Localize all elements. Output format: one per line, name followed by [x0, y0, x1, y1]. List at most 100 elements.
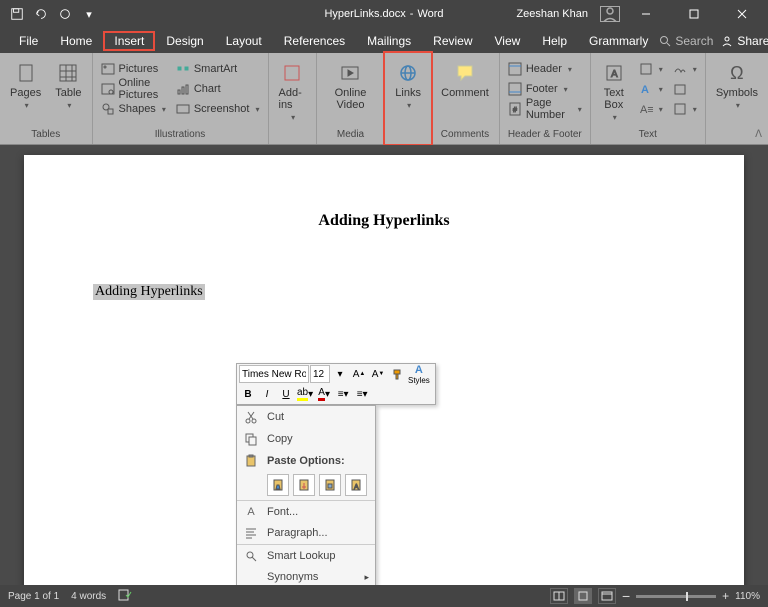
- ribbon-group-text: AText Box▾ ▾ A▾ A≡▾ ▾ ▾ Text: [591, 53, 706, 144]
- italic-button[interactable]: I: [258, 385, 276, 403]
- ctx-font[interactable]: AFont...: [237, 500, 375, 522]
- print-layout-icon[interactable]: [574, 588, 592, 604]
- styles-icon[interactable]: AStyles: [407, 365, 431, 383]
- font-color-button[interactable]: A▾: [315, 385, 333, 403]
- underline-button[interactable]: U: [277, 385, 295, 403]
- search-placeholder: Search: [675, 34, 713, 48]
- font-select[interactable]: [239, 365, 309, 383]
- share-icon: [721, 35, 733, 47]
- save-icon[interactable]: [6, 3, 28, 25]
- fontsize-caret[interactable]: ▾: [331, 365, 349, 383]
- comment-button[interactable]: Comment: [437, 59, 493, 101]
- tab-home[interactable]: Home: [49, 31, 103, 51]
- page-number-button[interactable]: #Page Number▾: [506, 99, 584, 119]
- word-app: ▾ HyperLinks.docx - Word Zeeshan Khan Fi…: [0, 0, 768, 607]
- ctx-synonyms[interactable]: Synonyms▸: [237, 566, 375, 585]
- paste-option-picture[interactable]: [319, 474, 341, 496]
- tab-grammarly[interactable]: Grammarly: [578, 31, 659, 51]
- numbering-button[interactable]: ≡▾: [353, 385, 371, 403]
- tab-review[interactable]: Review: [422, 31, 483, 51]
- search-input[interactable]: Search: [659, 34, 713, 48]
- read-mode-icon[interactable]: [550, 588, 568, 604]
- zoom-slider[interactable]: [636, 595, 716, 598]
- maximize-button[interactable]: [672, 0, 716, 28]
- fontsize-select[interactable]: [310, 365, 330, 383]
- paste-option-keep-source[interactable]: [267, 474, 289, 496]
- tab-insert[interactable]: Insert: [103, 31, 155, 51]
- decrease-font-icon[interactable]: A▼: [369, 365, 387, 383]
- addins-button[interactable]: Add-ins▾: [275, 59, 310, 124]
- web-layout-icon[interactable]: [598, 588, 616, 604]
- selected-text[interactable]: Adding Hyperlinks: [93, 284, 205, 300]
- close-button[interactable]: [720, 0, 764, 28]
- font-icon: A: [243, 504, 259, 520]
- redo-icon[interactable]: [54, 3, 76, 25]
- page-indicator[interactable]: Page 1 of 1: [8, 591, 59, 602]
- links-button[interactable]: Links▾: [391, 59, 425, 112]
- window-title: HyperLinks.docx - Word: [324, 8, 443, 20]
- paste-option-text[interactable]: A: [345, 474, 367, 496]
- signature-button[interactable]: ▾: [671, 59, 699, 79]
- user-avatar-icon[interactable]: [600, 6, 620, 22]
- header-button[interactable]: Header▾: [506, 59, 584, 79]
- zoom-out-button[interactable]: −: [622, 588, 630, 604]
- tab-references[interactable]: References: [273, 31, 356, 51]
- ribbon-group-addins: Add-ins▾ Add-ins: [269, 53, 317, 144]
- tab-file[interactable]: File: [8, 31, 49, 51]
- bold-button[interactable]: B: [239, 385, 257, 403]
- undo-icon[interactable]: [30, 3, 52, 25]
- ctx-copy[interactable]: Copy: [237, 428, 375, 450]
- increase-font-icon[interactable]: A▲: [350, 365, 368, 383]
- tab-layout[interactable]: Layout: [215, 31, 273, 51]
- ctx-cut[interactable]: Cut: [237, 406, 375, 428]
- share-button[interactable]: Share: [721, 34, 768, 48]
- symbols-button[interactable]: ΩSymbols▾: [712, 59, 762, 112]
- svg-text:#: #: [513, 107, 517, 114]
- ribbon-group-tables: Pages▾ Table▾ Tables: [0, 53, 93, 144]
- dropcap-button[interactable]: A≡▾: [637, 99, 665, 119]
- tab-help[interactable]: Help: [531, 31, 578, 51]
- pages-button[interactable]: Pages▾: [6, 59, 45, 112]
- datetime-button[interactable]: [671, 79, 699, 99]
- format-painter-icon[interactable]: [388, 365, 406, 383]
- collapse-ribbon-icon[interactable]: ᐱ: [755, 129, 762, 140]
- paste-option-merge[interactable]: [293, 474, 315, 496]
- minimize-button[interactable]: [624, 0, 668, 28]
- ribbon: Pages▾ Table▾ Tables Pictures Online Pic…: [0, 53, 768, 145]
- zoom-in-button[interactable]: +: [722, 589, 729, 603]
- wordart-button[interactable]: A▾: [637, 79, 665, 99]
- user-name: Zeeshan Khan: [508, 8, 596, 20]
- tab-view[interactable]: View: [484, 31, 532, 51]
- menubar: File Home Insert Design Layout Reference…: [0, 28, 768, 53]
- svg-text:A: A: [641, 84, 649, 96]
- ribbon-group-comments: Comment Comments: [431, 53, 500, 144]
- spell-check-icon[interactable]: [118, 589, 132, 604]
- textbox-button[interactable]: AText Box▾: [597, 59, 631, 124]
- ctx-paragraph[interactable]: Paragraph...: [237, 522, 375, 544]
- document-heading: Adding Hyperlinks: [318, 212, 449, 230]
- online-video-button[interactable]: Online Video: [323, 59, 378, 113]
- context-menu: Cut Copy Paste Options: A AFont... Parag…: [236, 405, 376, 585]
- ribbon-group-illustrations: Pictures Online Pictures Shapes▾ SmartAr…: [93, 53, 269, 144]
- smartart-button[interactable]: SmartArt: [174, 59, 262, 79]
- highlight-button[interactable]: ab▾: [296, 385, 314, 403]
- ctx-smart-lookup[interactable]: Smart Lookup: [237, 544, 375, 566]
- ctx-paste-options-label: Paste Options:: [237, 450, 375, 472]
- shapes-button[interactable]: Shapes▾: [99, 99, 168, 119]
- table-button[interactable]: Table▾: [51, 59, 85, 112]
- online-pictures-button[interactable]: Online Pictures: [99, 79, 168, 99]
- qat-caret-icon[interactable]: ▾: [78, 3, 100, 25]
- screenshot-button[interactable]: Screenshot▾: [174, 99, 262, 119]
- object-button[interactable]: ▾: [671, 99, 699, 119]
- chart-button[interactable]: Chart: [174, 79, 262, 99]
- pictures-button[interactable]: Pictures: [99, 59, 168, 79]
- word-count[interactable]: 4 words: [71, 591, 106, 602]
- bullets-button[interactable]: ≡▾: [334, 385, 352, 403]
- quickparts-button[interactable]: ▾: [637, 59, 665, 79]
- tab-design[interactable]: Design: [155, 31, 214, 51]
- zoom-level[interactable]: 110%: [735, 591, 760, 602]
- footer-button[interactable]: Footer▾: [506, 79, 584, 99]
- tab-mailings[interactable]: Mailings: [356, 31, 422, 51]
- ribbon-group-links: Links▾ Links: [383, 51, 433, 146]
- quick-access-toolbar: ▾: [0, 3, 106, 25]
